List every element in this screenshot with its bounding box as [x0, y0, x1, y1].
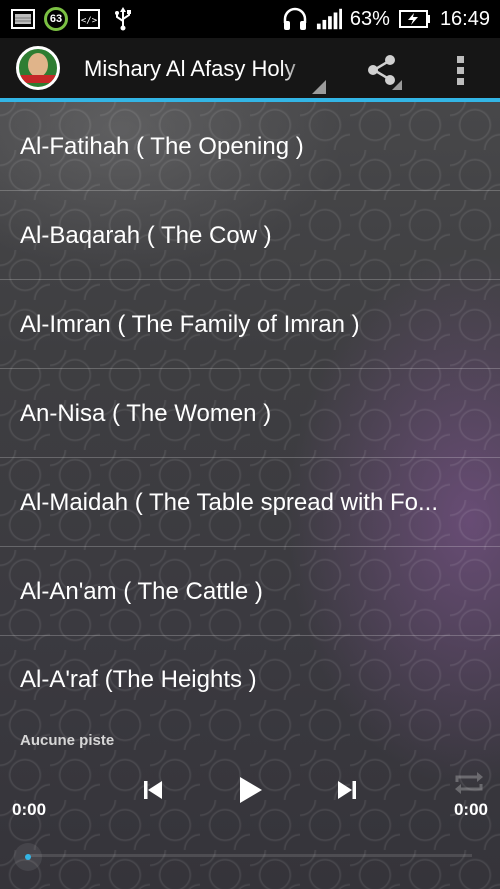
list-item-label: Al-A'raf (The Heights ) — [20, 666, 257, 693]
developer-code-icon: </> — [76, 8, 102, 30]
list-item[interactable]: Al-Baqarah ( The Cow ) — [0, 191, 500, 280]
app-title-spinner[interactable]: Mishary Al Afasy Holy — [84, 54, 316, 84]
next-icon[interactable] — [327, 770, 367, 810]
media-player: Aucune piste 0:00 0:00 — [0, 726, 500, 889]
repeat-icon[interactable] — [452, 768, 486, 798]
list-item-label: Al-Baqarah ( The Cow ) — [20, 222, 272, 249]
list-item[interactable]: An-Nisa ( The Women ) — [0, 369, 500, 458]
surah-list: Al-Fatihah ( The Opening ) Al-Baqarah ( … — [0, 102, 500, 723]
total-time: 0:00 — [453, 800, 488, 819]
headset-icon — [282, 7, 308, 30]
svg-text:</>: </> — [81, 16, 98, 26]
spinner-indicator-icon — [312, 80, 326, 94]
overflow-menu-icon[interactable] — [446, 50, 476, 90]
signal-icon — [316, 8, 342, 30]
play-icon[interactable] — [230, 770, 270, 810]
list-item-label: Al-An'am ( The Cattle ) — [20, 578, 263, 605]
seek-thumb[interactable] — [14, 843, 42, 871]
list-item-label: An-Nisa ( The Women ) — [20, 400, 272, 427]
image-icon — [10, 8, 36, 30]
battery-saver-badge-icon: 63 — [44, 7, 68, 31]
track-title: Aucune piste — [20, 732, 115, 749]
list-item-label: Al-Maidah ( The Table spread with Fo... — [20, 489, 438, 516]
battery-charging-icon — [398, 8, 432, 30]
usb-icon — [110, 7, 136, 31]
list-item[interactable]: Al-Imran ( The Family of Imran ) — [0, 280, 500, 369]
seek-bar[interactable] — [28, 854, 472, 857]
list-item-label: Al-Fatihah ( The Opening ) — [20, 133, 304, 160]
list-item[interactable]: Al-An'am ( The Cattle ) — [0, 547, 500, 636]
list-item-label: Al-Imran ( The Family of Imran ) — [20, 311, 360, 338]
status-bar: 63 </> 63% 16:49 — [0, 0, 500, 38]
battery-percent: 63% — [349, 7, 390, 30]
list-item[interactable]: Al-A'raf (The Heights ) — [0, 636, 500, 723]
app-logo-icon[interactable] — [16, 46, 60, 90]
share-dropdown-indicator-icon — [392, 80, 402, 90]
clock: 16:49 — [439, 7, 490, 30]
elapsed-time: 0:00 — [12, 800, 47, 819]
list-item[interactable]: Al-Maidah ( The Table spread with Fo... — [0, 458, 500, 547]
list-item[interactable]: Al-Fatihah ( The Opening ) — [0, 102, 500, 191]
previous-icon[interactable] — [133, 770, 173, 810]
